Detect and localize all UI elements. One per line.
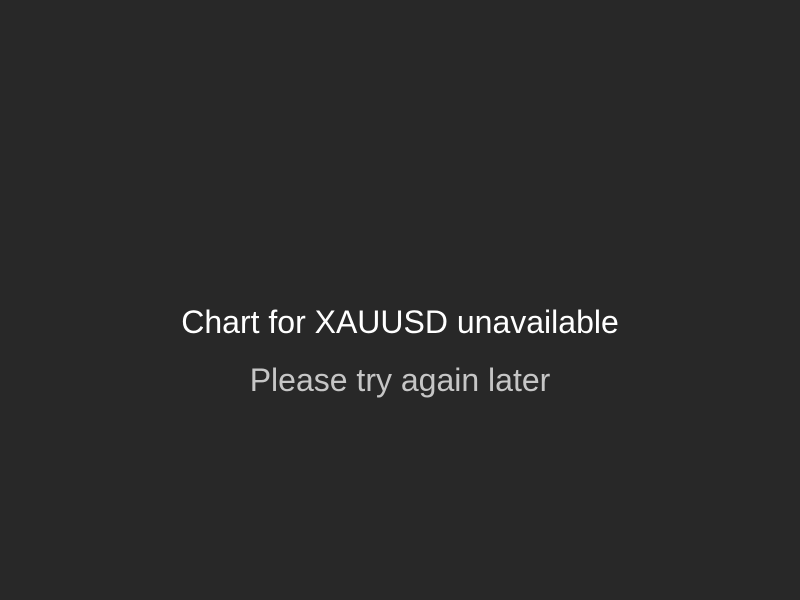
retry-later-subtitle: Please try again later (249, 362, 551, 398)
unavailable-title: Chart for XAUUSD unavailable (181, 304, 619, 340)
chart-unavailable-screen: Chart for XAUUSD unavailable Please try … (0, 0, 800, 600)
